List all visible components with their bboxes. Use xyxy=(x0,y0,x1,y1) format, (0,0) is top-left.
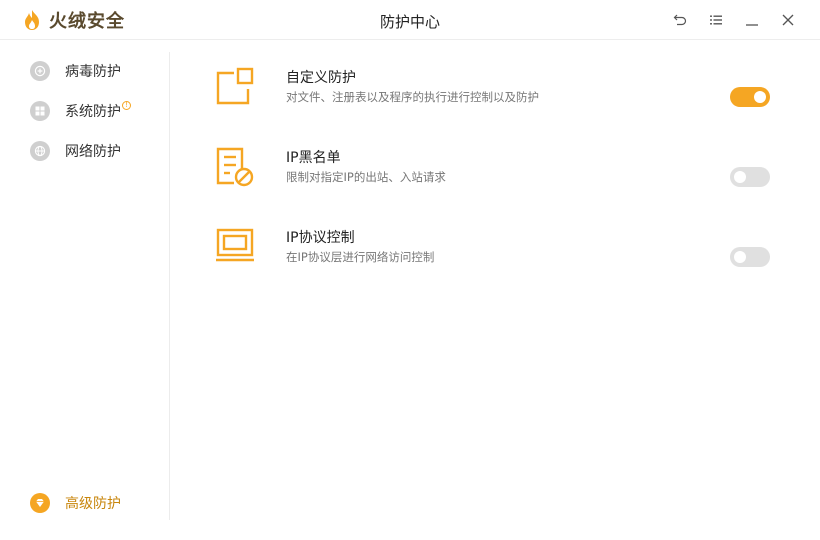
toggle-knob xyxy=(754,91,766,103)
sidebar-item-label: 高级防护 xyxy=(65,496,121,512)
sidebar-item-network-protection[interactable]: 网络防护 xyxy=(30,140,121,162)
windows-icon xyxy=(30,101,50,121)
custom-protection-toggle[interactable] xyxy=(730,87,770,107)
sidebar-item-system-protection[interactable]: 系统防护 ! xyxy=(30,100,131,122)
window-controls xyxy=(662,8,806,32)
close-button[interactable] xyxy=(770,8,806,32)
sidebar-item-label: 病毒防护 xyxy=(65,64,121,80)
feature-description: 对文件、注册表以及程序的执行进行控制以及防护 xyxy=(286,90,539,104)
feature-description: 在IP协议层进行网络访问控制 xyxy=(286,250,435,264)
toggle-knob xyxy=(734,171,746,183)
feature-custom-protection: 自定义防护 对文件、注册表以及程序的执行进行控制以及防护 xyxy=(214,67,774,117)
feature-title: 自定义防护 xyxy=(286,70,356,86)
sidebar: 病毒防护 系统防护 ! 网络防护 高级防护 xyxy=(0,41,170,540)
ip-protocol-toggle[interactable] xyxy=(730,247,770,267)
laptop-icon xyxy=(216,228,254,262)
alert-badge: ! xyxy=(122,100,131,110)
custom-rule-icon xyxy=(216,67,254,105)
plus-shield-icon xyxy=(30,61,50,81)
minimize-icon xyxy=(746,24,758,26)
title-bar: 火绒安全 防护中心 xyxy=(0,0,820,40)
diamond-icon xyxy=(30,493,50,513)
sidebar-item-virus-protection[interactable]: 病毒防护 xyxy=(30,60,121,82)
sidebar-item-label: 系统防护 xyxy=(65,104,121,120)
ip-blacklist-toggle[interactable] xyxy=(730,167,770,187)
sidebar-item-label: 网络防护 xyxy=(65,144,121,160)
feature-description: 限制对指定IP的出站、入站请求 xyxy=(286,170,446,184)
menu-button[interactable] xyxy=(698,8,734,32)
undo-arrow-icon xyxy=(673,14,687,26)
close-icon xyxy=(782,14,794,26)
toggle-knob xyxy=(734,251,746,263)
network-icon xyxy=(30,141,50,161)
blacklist-icon xyxy=(216,147,254,187)
minimize-button[interactable] xyxy=(734,8,770,32)
sidebar-divider xyxy=(169,52,170,520)
feature-ip-protocol-control: IP协议控制 在IP协议层进行网络访问控制 xyxy=(214,227,774,277)
feature-title: IP协议控制 xyxy=(286,230,355,246)
back-button[interactable] xyxy=(662,8,698,32)
list-menu-icon xyxy=(710,15,722,25)
feature-title: IP黑名单 xyxy=(286,150,341,166)
feature-ip-blacklist: IP黑名单 限制对指定IP的出站、入站请求 xyxy=(214,147,774,197)
sidebar-item-advanced-protection[interactable]: 高级防护 xyxy=(30,492,121,514)
